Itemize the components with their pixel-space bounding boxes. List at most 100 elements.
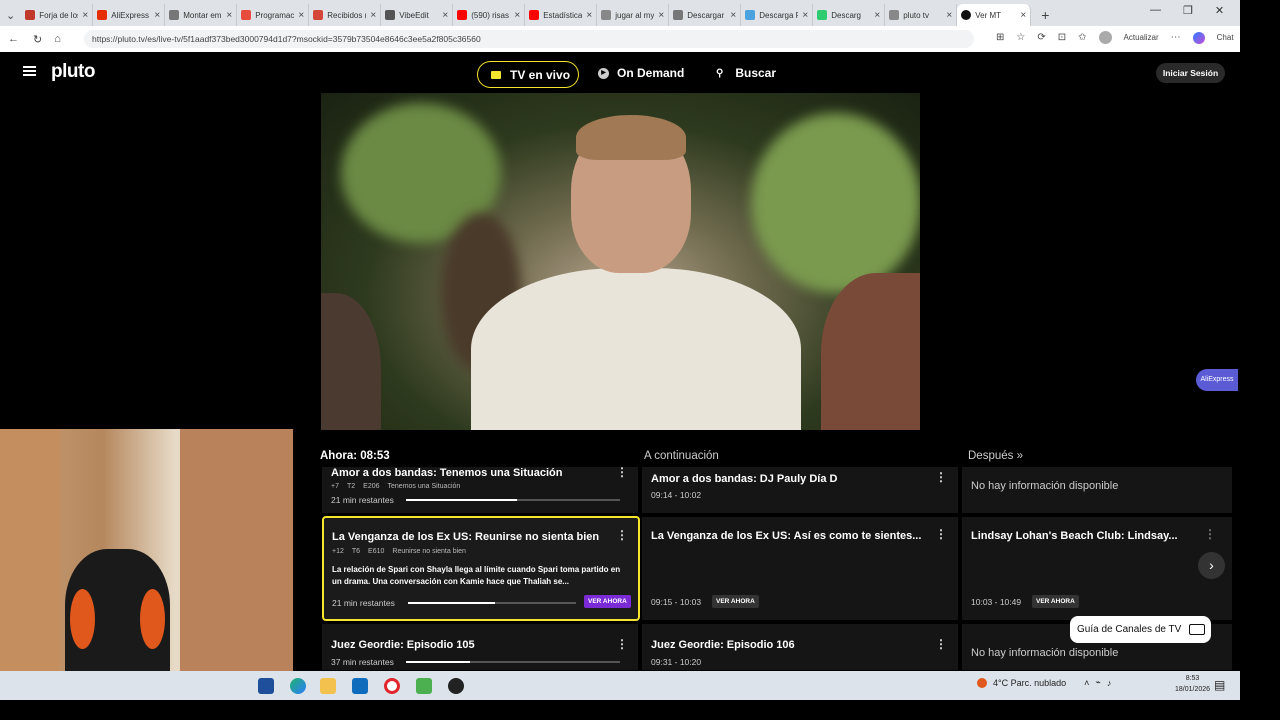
chevron-right-icon[interactable]: › — [1198, 552, 1225, 579]
browser-tab-active[interactable]: Ver MT × — [957, 4, 1032, 26]
favorite-star-icon[interactable]: ☆ — [1016, 32, 1025, 43]
more-options-icon[interactable]: ⋮ — [935, 637, 947, 651]
more-options-icon[interactable]: ⋮ — [935, 470, 947, 484]
program-cell-now-selected[interactable]: La Venganza de los Ex US: Reunirse no si… — [322, 516, 640, 621]
browser-tab[interactable]: Montar emp × — [165, 4, 238, 26]
double-chevron-right-icon[interactable]: » — [1017, 450, 1023, 462]
profile-avatar[interactable] — [1098, 31, 1112, 44]
browser-tab[interactable]: VibeEdit × — [381, 4, 454, 26]
channel-guide-button[interactable]: Guía de Canales de TV — [1070, 616, 1211, 643]
program-time: 10:03 - 10:49 — [971, 597, 1022, 607]
browser-tab[interactable]: (590) risas × — [453, 4, 526, 26]
minecraft-icon[interactable] — [416, 678, 432, 694]
browser-tab[interactable]: Descarga R × — [741, 4, 814, 26]
more-options-icon[interactable]: ⋮ — [935, 527, 947, 541]
taskbar-clock[interactable]: 8:53 18/01/2026 — [1175, 673, 1210, 695]
more-options-icon[interactable]: ⋮ — [616, 528, 628, 542]
program-title: La Venganza de los Ex US: Reunirse no si… — [332, 531, 600, 543]
taskbar-app-icon[interactable] — [258, 678, 274, 694]
guide-header-next: A continuación — [644, 450, 719, 462]
browser-tab[interactable]: Forja de los × — [21, 4, 94, 26]
nav-buscar[interactable]: ⚲ Buscar — [716, 66, 776, 80]
close-tab-icon[interactable]: × — [370, 10, 376, 21]
close-tab-icon[interactable]: × — [946, 10, 952, 21]
browser-tab[interactable]: Estadísticas × — [525, 4, 598, 26]
network-icon[interactable]: ⌁ — [1095, 677, 1100, 688]
close-tab-icon[interactable]: × — [298, 10, 304, 21]
page-edge — [0, 700, 1280, 720]
close-tab-icon[interactable]: × — [658, 10, 664, 21]
program-cell-now[interactable]: Amor a dos bandas: Tenemos una Situación… — [322, 465, 638, 513]
chevron-up-icon[interactable]: ˄ — [1084, 678, 1089, 688]
program-cell-after[interactable]: No hay información disponible — [962, 467, 1232, 513]
close-tab-icon[interactable]: × — [514, 10, 520, 21]
video-player[interactable] — [321, 93, 920, 430]
chat-button[interactable]: Chat — [1217, 33, 1234, 42]
tab-list-icon[interactable]: ⌄ — [6, 9, 15, 22]
program-cell-after[interactable]: Lindsay Lohan's Beach Club: Lindsay... 1… — [962, 517, 1232, 620]
watch-now-button[interactable]: VER AHORA — [1032, 595, 1079, 608]
minimize-icon[interactable]: — — [1150, 4, 1161, 17]
close-tab-icon[interactable]: × — [586, 10, 592, 21]
home-icon[interactable]: ⌂ — [54, 33, 61, 45]
browser-tab[interactable]: jugar al my × — [597, 4, 670, 26]
back-icon[interactable]: ← — [8, 33, 19, 45]
browser-tab[interactable]: Programaci × — [237, 4, 310, 26]
address-bar-input[interactable]: https://pluto.tv/es/live-tv/5f1aadf373be… — [84, 30, 974, 48]
program-cell-next[interactable]: Amor a dos bandas: DJ Pauly Día D 09:14 … — [642, 467, 958, 513]
copilot-icon[interactable] — [1192, 31, 1205, 44]
close-tab-icon[interactable]: × — [802, 10, 808, 21]
video-frame — [751, 113, 920, 293]
weather-text[interactable]: 4°C Parc. nublado — [993, 678, 1066, 688]
new-tab-icon[interactable]: + — [1041, 7, 1049, 23]
more-options-icon[interactable]: ⋮ — [1204, 527, 1216, 541]
program-cell-next[interactable]: La Venganza de los Ex US: Así es como te… — [642, 517, 958, 620]
update-button[interactable]: Actualizar — [1124, 33, 1159, 42]
tab-favicon — [97, 10, 108, 20]
browser-tab[interactable]: AliExpress × — [93, 4, 166, 26]
program-title: Amor a dos bandas: Tenemos una Situación — [331, 467, 563, 479]
edge-icon[interactable] — [290, 678, 306, 694]
watch-now-button[interactable]: VER AHORA — [712, 595, 759, 608]
reader-icon[interactable]: ⊞ — [996, 32, 1004, 43]
close-tab-icon[interactable]: × — [1020, 10, 1026, 21]
browser-tab[interactable]: pluto tv × — [885, 4, 958, 26]
close-tab-icon[interactable]: × — [154, 10, 160, 21]
maximize-icon[interactable]: ❐ — [1183, 4, 1193, 17]
close-tab-icon[interactable]: × — [442, 10, 448, 21]
file-explorer-icon[interactable] — [320, 678, 336, 694]
browser-tab[interactable]: Recibidos (× — [309, 4, 382, 26]
login-button[interactable]: Iniciar Sesión — [1156, 63, 1225, 83]
progress-fill — [406, 499, 518, 501]
close-tab-icon[interactable]: × — [730, 10, 736, 21]
outlook-icon[interactable] — [352, 678, 368, 694]
nav-tv-en-vivo[interactable]: TV en vivo — [477, 61, 579, 88]
browser-tab[interactable]: Descarg × — [813, 4, 886, 26]
program-time: 09:31 - 10:20 — [651, 657, 702, 667]
notifications-icon[interactable]: ▤ — [1214, 678, 1225, 692]
pluto-logo[interactable]: pluto — [51, 61, 95, 83]
program-cell-next[interactable]: Juez Geordie: Episodio 106 09:31 - 10:20… — [642, 624, 958, 670]
close-tab-icon[interactable]: × — [226, 10, 232, 21]
hamburger-menu-icon[interactable] — [23, 66, 36, 76]
webcam-frame — [140, 589, 165, 649]
aliexpress-extension-tab[interactable]: AliExpress — [1196, 369, 1238, 391]
collections-icon[interactable]: ✩ — [1078, 32, 1086, 43]
program-cell-now[interactable]: Juez Geordie: Episodio 105 37 min restan… — [322, 624, 638, 670]
more-options-icon[interactable]: ⋮ — [616, 465, 628, 479]
watch-now-button[interactable]: VER AHORA — [584, 595, 631, 608]
extensions-icon[interactable]: ⟳ — [1037, 32, 1045, 43]
app-icon[interactable] — [448, 678, 464, 694]
program-meta: +7 T2 E206 Tenemos una Situación — [331, 483, 460, 490]
close-tab-icon[interactable]: × — [82, 10, 88, 21]
browser-tab[interactable]: Descargar × — [669, 4, 742, 26]
sidebar-icon[interactable]: ⊡ — [1058, 32, 1066, 43]
nav-on-demand[interactable]: ▶ On Demand — [598, 66, 684, 80]
more-icon[interactable]: ⋯ — [1171, 32, 1181, 43]
volume-icon[interactable]: ♪ — [1107, 678, 1112, 688]
close-window-icon[interactable]: ✕ — [1215, 4, 1224, 17]
close-tab-icon[interactable]: × — [874, 10, 880, 21]
reload-icon[interactable]: ↻ — [33, 33, 42, 46]
more-options-icon[interactable]: ⋮ — [616, 637, 628, 651]
opera-icon[interactable] — [384, 678, 400, 694]
